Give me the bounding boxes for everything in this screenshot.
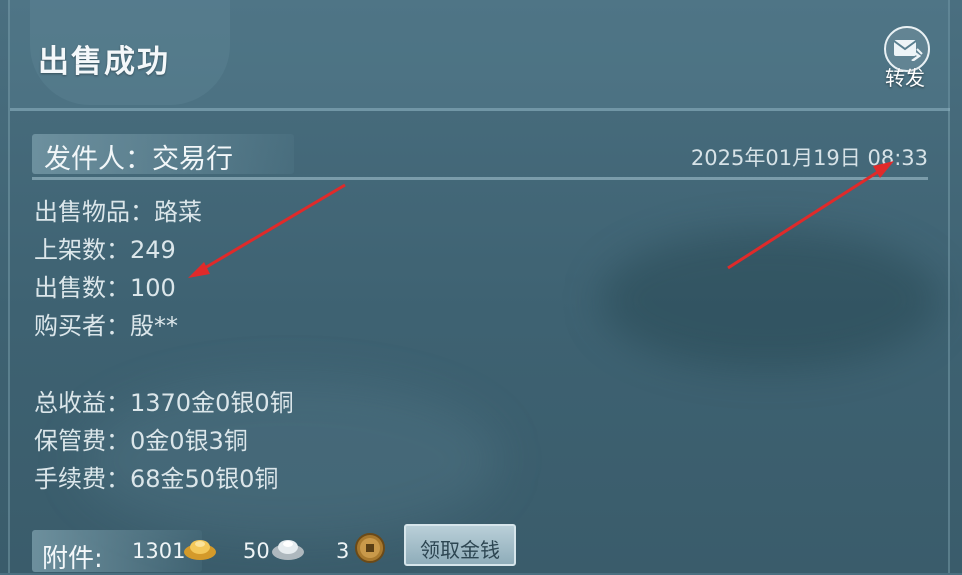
forward-label: 转发 xyxy=(885,66,925,90)
copper-amount: 3 xyxy=(336,539,350,563)
mail-header: 出售成功 xyxy=(10,0,950,111)
gold-ingot-icon xyxy=(182,532,218,566)
sender-tab: 发件人：交易行 xyxy=(32,134,294,175)
sold-count: 出售数：100 xyxy=(34,274,176,302)
copper-coin-icon xyxy=(354,532,386,568)
buyer: 购买者：殷** xyxy=(34,312,178,340)
claim-money-label: 领取金钱 xyxy=(420,538,500,562)
storage-fee: 保管费：0金0银3铜 xyxy=(34,427,248,455)
listed-count: 上架数：249 xyxy=(34,236,176,264)
attachments-row: 附件: 1301 50 3 领取金钱 xyxy=(32,524,928,574)
total-income: 总收益：1370金0银0铜 xyxy=(34,389,294,417)
handling-fee: 手续费：68金50银0铜 xyxy=(34,465,279,493)
sold-item: 出售物品：路菜 xyxy=(34,198,202,226)
silver-amount: 50 xyxy=(243,539,270,563)
divider xyxy=(32,177,928,180)
sender-row: 发件人：交易行 2025年01月19日 08:33 xyxy=(32,134,928,178)
forward-button[interactable]: 转发 xyxy=(882,26,936,90)
gold-amount: 1301 xyxy=(132,539,186,563)
mail-date: 2025年01月19日 08:33 xyxy=(690,146,928,170)
silver-ingot-icon xyxy=(270,532,306,566)
sender: 发件人：交易行 xyxy=(44,144,233,175)
attachments-label: 附件: xyxy=(42,544,103,574)
claim-money-button[interactable]: 领取金钱 xyxy=(404,524,516,566)
mail-title: 出售成功 xyxy=(38,44,170,80)
